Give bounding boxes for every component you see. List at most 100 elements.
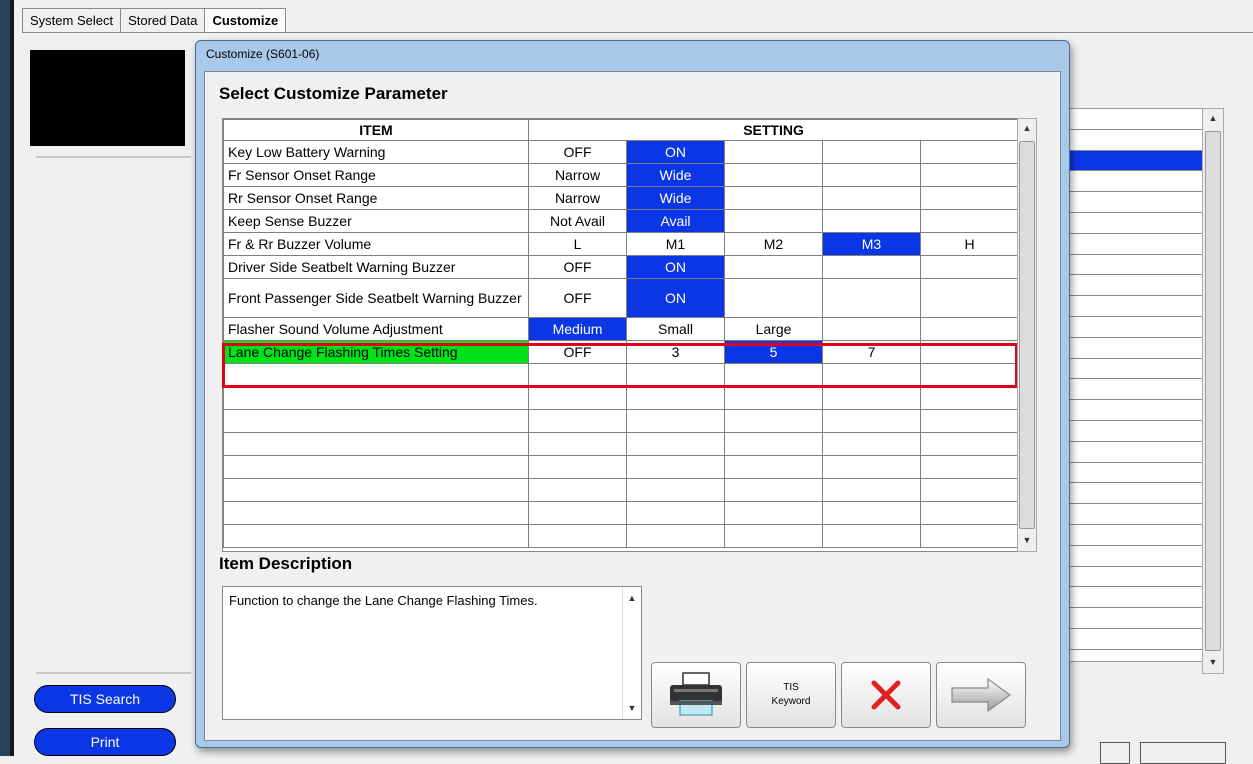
item-cell[interactable]: Front Passenger Side Seatbelt Warning Bu… bbox=[223, 278, 529, 318]
empty-cell bbox=[223, 478, 529, 502]
list-item[interactable] bbox=[1069, 255, 1203, 276]
setting-cell[interactable]: M3 bbox=[822, 232, 921, 256]
item-cell[interactable]: Fr Sensor Onset Range bbox=[223, 163, 529, 187]
list-item[interactable] bbox=[1069, 400, 1203, 421]
setting-cell[interactable]: M1 bbox=[626, 232, 725, 256]
setting-cell[interactable]: Small bbox=[626, 317, 725, 341]
setting-cell[interactable]: ON bbox=[626, 278, 725, 318]
table-row[interactable]: Key Low Battery Warning OFF ON bbox=[223, 140, 1018, 164]
cancel-button[interactable] bbox=[841, 662, 931, 728]
list-item[interactable] bbox=[1069, 359, 1203, 380]
item-cell[interactable]: Fr & Rr Buzzer Volume bbox=[223, 232, 529, 256]
setting-cell[interactable]: L bbox=[528, 232, 627, 256]
list-item[interactable] bbox=[1069, 192, 1203, 213]
setting-cell[interactable]: Wide bbox=[626, 163, 725, 187]
scroll-down-arrow-icon[interactable]: ▼ bbox=[623, 699, 641, 717]
setting-cell[interactable]: ON bbox=[626, 140, 725, 164]
list-item[interactable] bbox=[1069, 483, 1203, 505]
tis-keyword-line1: TIS bbox=[783, 682, 799, 693]
list-item-selected[interactable] bbox=[1069, 150, 1203, 172]
description-scrollbar[interactable]: ▲ ▼ bbox=[622, 587, 641, 719]
list-item[interactable] bbox=[1069, 379, 1203, 401]
setting-cell[interactable]: Narrow bbox=[528, 186, 627, 210]
setting-cell[interactable]: M2 bbox=[724, 232, 823, 256]
list-item[interactable] bbox=[1069, 296, 1203, 317]
table-row-empty bbox=[223, 386, 1018, 410]
scroll-down-arrow-icon[interactable]: ▼ bbox=[1018, 531, 1036, 549]
item-cell[interactable]: Keep Sense Buzzer bbox=[223, 209, 529, 233]
table-row[interactable]: Fr Sensor Onset Range Narrow Wide bbox=[223, 163, 1018, 187]
setting-cell[interactable]: H bbox=[919, 232, 1018, 256]
bottom-button[interactable] bbox=[1100, 742, 1130, 764]
tab-customize[interactable]: Customize bbox=[204, 8, 287, 33]
list-item[interactable] bbox=[1069, 525, 1203, 546]
print-tool-button[interactable] bbox=[651, 662, 741, 728]
tis-search-button[interactable]: TIS Search bbox=[34, 685, 176, 713]
setting-cell[interactable]: OFF bbox=[528, 278, 627, 318]
list-item[interactable] bbox=[1069, 234, 1203, 255]
item-cell[interactable]: Rr Sensor Onset Range bbox=[223, 186, 529, 210]
next-button[interactable] bbox=[936, 662, 1026, 728]
list-item[interactable] bbox=[1069, 546, 1203, 567]
empty-cell bbox=[626, 386, 725, 410]
list-item[interactable] bbox=[1069, 275, 1203, 297]
column-header-setting: SETTING bbox=[527, 119, 1018, 141]
vehicle-image-placeholder bbox=[30, 50, 185, 146]
parameter-grid: ITEM SETTING Key Low Battery Warning OFF O… bbox=[222, 118, 1019, 552]
scroll-up-arrow-icon[interactable]: ▲ bbox=[1018, 119, 1036, 137]
setting-cell bbox=[724, 278, 823, 318]
list-item[interactable] bbox=[1069, 317, 1203, 338]
scroll-up-arrow-icon[interactable]: ▲ bbox=[1203, 109, 1223, 127]
list-item[interactable] bbox=[1069, 109, 1203, 130]
list-item[interactable] bbox=[1069, 463, 1203, 484]
setting-cell[interactable]: ON bbox=[626, 255, 725, 279]
background-list-scrollbar[interactable]: ▲ ▼ bbox=[1202, 108, 1224, 674]
item-cell[interactable]: Driver Side Seatbelt Warning Buzzer bbox=[223, 255, 529, 279]
setting-cell[interactable]: Not Avail bbox=[528, 209, 627, 233]
setting-cell[interactable]: Medium bbox=[528, 317, 627, 341]
table-row[interactable]: Rr Sensor Onset Range Narrow Wide bbox=[223, 186, 1018, 210]
bottom-button[interactable] bbox=[1140, 742, 1226, 764]
empty-cell bbox=[919, 432, 1018, 456]
empty-cell bbox=[223, 386, 529, 410]
table-row[interactable]: Flasher Sound Volume Adjustment Medium Sma… bbox=[223, 317, 1018, 341]
table-row[interactable]: Front Passenger Side Seatbelt Warning Bu… bbox=[223, 278, 1018, 318]
list-item[interactable] bbox=[1069, 130, 1203, 151]
list-item[interactable] bbox=[1069, 171, 1203, 193]
empty-cell bbox=[724, 455, 823, 479]
list-item[interactable] bbox=[1069, 421, 1203, 442]
scroll-down-arrow-icon[interactable]: ▼ bbox=[1203, 653, 1223, 671]
tab-system-select[interactable]: System Select bbox=[22, 8, 122, 33]
list-item[interactable] bbox=[1069, 338, 1203, 359]
table-row[interactable]: Fr & Rr Buzzer Volume L M1 M2 M3 H bbox=[223, 232, 1018, 256]
setting-cell[interactable]: Large bbox=[724, 317, 823, 341]
tab-stored-data[interactable]: Stored Data bbox=[120, 8, 206, 33]
tis-keyword-button[interactable]: TIS Keyword bbox=[746, 662, 836, 728]
list-item[interactable] bbox=[1069, 442, 1203, 463]
list-item[interactable] bbox=[1069, 608, 1203, 629]
table-row-empty bbox=[223, 478, 1018, 502]
table-row[interactable]: Driver Side Seatbelt Warning Buzzer OFF ON bbox=[223, 255, 1018, 279]
setting-cell[interactable]: Wide bbox=[626, 186, 725, 210]
print-button[interactable]: Print bbox=[34, 728, 176, 756]
empty-cell bbox=[822, 524, 921, 548]
empty-cell bbox=[822, 432, 921, 456]
list-item[interactable] bbox=[1069, 629, 1203, 650]
setting-cell[interactable]: Avail bbox=[626, 209, 725, 233]
item-cell[interactable]: Flasher Sound Volume Adjustment bbox=[223, 317, 529, 341]
scroll-up-arrow-icon[interactable]: ▲ bbox=[623, 589, 641, 607]
scroll-thumb[interactable] bbox=[1019, 141, 1035, 529]
item-cell[interactable]: Key Low Battery Warning bbox=[223, 140, 529, 164]
list-item[interactable] bbox=[1069, 213, 1203, 234]
setting-cell[interactable]: OFF bbox=[528, 255, 627, 279]
scroll-thumb[interactable] bbox=[1205, 131, 1221, 651]
table-row[interactable]: Keep Sense Buzzer Not Avail Avail bbox=[223, 209, 1018, 233]
list-item[interactable] bbox=[1069, 504, 1203, 525]
setting-cell[interactable]: Narrow bbox=[528, 163, 627, 187]
table-row-empty bbox=[223, 432, 1018, 456]
list-item[interactable] bbox=[1069, 587, 1203, 609]
grid-scrollbar[interactable]: ▲ ▼ bbox=[1017, 118, 1037, 552]
list-item[interactable] bbox=[1069, 567, 1203, 588]
empty-cell bbox=[919, 524, 1018, 548]
setting-cell[interactable]: OFF bbox=[528, 140, 627, 164]
